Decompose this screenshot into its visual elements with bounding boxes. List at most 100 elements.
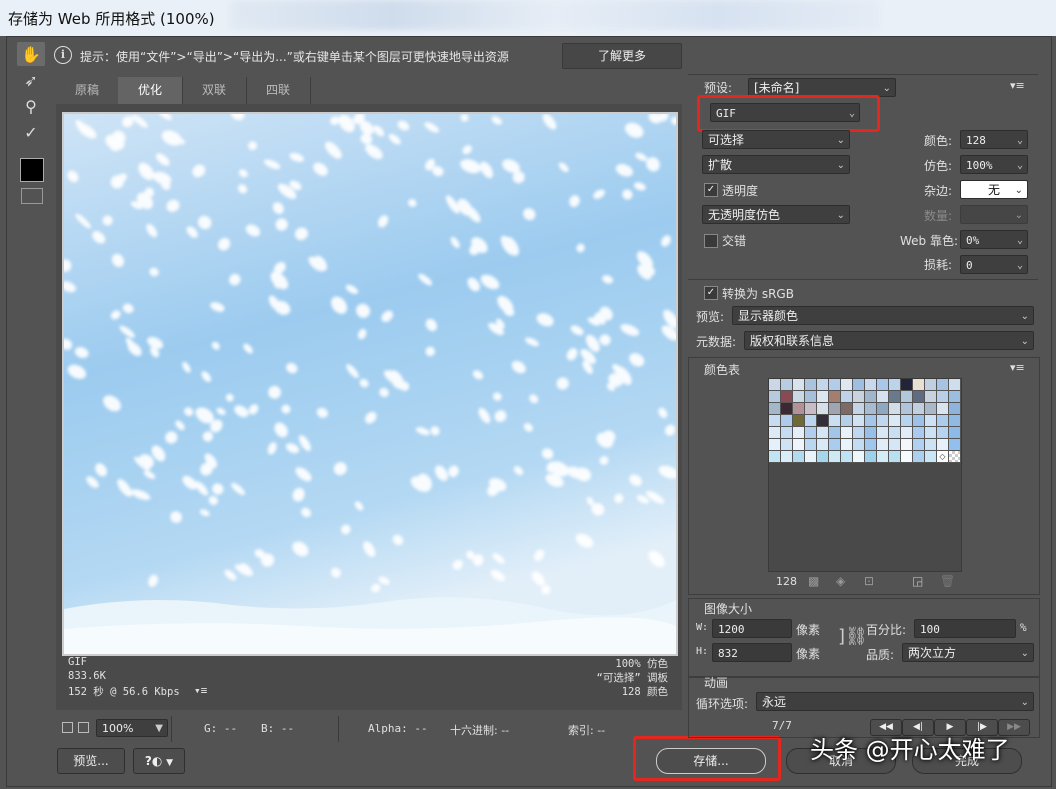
transparency-dither-select[interactable]: 无透明度仿色 ⌄ bbox=[702, 205, 850, 224]
color-swatch[interactable] bbox=[877, 427, 889, 439]
browser-select-button[interactable]: ?◐ ▼ bbox=[133, 748, 185, 774]
color-swatch[interactable] bbox=[853, 391, 865, 403]
color-swatch[interactable] bbox=[937, 427, 949, 439]
color-swatch[interactable] bbox=[769, 415, 781, 427]
color-swatch[interactable] bbox=[769, 391, 781, 403]
color-swatch[interactable] bbox=[781, 403, 793, 415]
tab-4up[interactable]: 四联 bbox=[246, 77, 311, 104]
web-shift-icon[interactable]: ▩ bbox=[808, 574, 819, 588]
color-swatch[interactable] bbox=[853, 403, 865, 415]
color-swatch[interactable] bbox=[949, 439, 961, 451]
color-table-grid[interactable]: ◇ bbox=[768, 378, 962, 572]
color-swatch[interactable] bbox=[889, 451, 901, 463]
color-swatch[interactable] bbox=[901, 451, 913, 463]
color-swatch[interactable] bbox=[853, 451, 865, 463]
color-swatch[interactable] bbox=[865, 439, 877, 451]
color-swatch[interactable] bbox=[829, 379, 841, 391]
color-swatch[interactable] bbox=[949, 451, 961, 463]
web-snap-select[interactable]: 0% ⌄ bbox=[960, 230, 1028, 249]
color-swatch[interactable] bbox=[937, 403, 949, 415]
color-swatch[interactable] bbox=[853, 379, 865, 391]
color-swatch[interactable] bbox=[937, 439, 949, 451]
eyedropper-tool-icon[interactable]: ✓ bbox=[17, 120, 45, 144]
color-swatch[interactable] bbox=[793, 391, 805, 403]
eyedropper-color-swatch[interactable] bbox=[20, 158, 44, 182]
color-swatch[interactable] bbox=[901, 379, 913, 391]
color-swatch[interactable] bbox=[925, 451, 937, 463]
slice-select-tool-icon[interactable]: ➶ bbox=[17, 68, 45, 92]
color-swatch[interactable] bbox=[865, 391, 877, 403]
color-swatch[interactable] bbox=[841, 391, 853, 403]
optimized-image-preview[interactable] bbox=[62, 112, 678, 656]
color-swatch[interactable] bbox=[937, 391, 949, 403]
quality-select[interactable]: 两次立方 ⌄ bbox=[902, 643, 1034, 662]
color-swatch[interactable] bbox=[865, 379, 877, 391]
color-swatch[interactable] bbox=[805, 379, 817, 391]
color-swatch[interactable] bbox=[841, 403, 853, 415]
amount-select[interactable]: ⌄ bbox=[960, 205, 1028, 224]
color-swatch[interactable] bbox=[829, 391, 841, 403]
color-swatch[interactable] bbox=[841, 439, 853, 451]
color-swatch[interactable] bbox=[889, 427, 901, 439]
toggle-slices-icon[interactable] bbox=[21, 188, 43, 204]
colors-select[interactable]: 128 ⌄ bbox=[960, 130, 1028, 149]
transparency-checkbox[interactable]: ✓ bbox=[704, 183, 718, 197]
color-swatch[interactable] bbox=[913, 439, 925, 451]
color-swatch[interactable] bbox=[913, 415, 925, 427]
color-swatch[interactable] bbox=[829, 415, 841, 427]
zoom-select[interactable]: 100% ▼ bbox=[96, 719, 168, 737]
color-swatch[interactable] bbox=[853, 415, 865, 427]
color-swatch[interactable] bbox=[937, 415, 949, 427]
preview-mode-select[interactable]: 显示器颜色 ⌄ bbox=[732, 306, 1034, 325]
color-swatch[interactable] bbox=[829, 427, 841, 439]
color-reduction-select[interactable]: 可选择 ⌄ bbox=[702, 130, 850, 149]
color-swatch[interactable] bbox=[769, 379, 781, 391]
tab-2up[interactable]: 双联 bbox=[182, 77, 247, 104]
width-input[interactable]: 1200 bbox=[712, 619, 792, 638]
matte-select[interactable]: 无 ⌄ bbox=[960, 180, 1028, 199]
color-swatch[interactable] bbox=[877, 415, 889, 427]
color-swatch[interactable] bbox=[805, 451, 817, 463]
color-swatch[interactable] bbox=[781, 391, 793, 403]
dither-amount-select[interactable]: 100% ⌄ bbox=[960, 155, 1028, 174]
color-swatch[interactable] bbox=[913, 403, 925, 415]
color-swatch[interactable] bbox=[853, 427, 865, 439]
color-swatch[interactable] bbox=[769, 403, 781, 415]
color-swatch[interactable] bbox=[949, 391, 961, 403]
color-swatch[interactable] bbox=[841, 451, 853, 463]
loop-select[interactable]: 永远 ⌄ bbox=[756, 692, 1034, 711]
color-swatch[interactable] bbox=[793, 403, 805, 415]
color-swatch[interactable] bbox=[877, 379, 889, 391]
color-swatch[interactable] bbox=[841, 379, 853, 391]
color-swatch[interactable]: ◇ bbox=[937, 451, 949, 463]
color-swatch[interactable] bbox=[793, 427, 805, 439]
color-swatch[interactable] bbox=[925, 379, 937, 391]
color-swatch[interactable] bbox=[829, 403, 841, 415]
tab-original[interactable]: 原稿 bbox=[56, 77, 119, 104]
color-swatch[interactable] bbox=[793, 415, 805, 427]
preview-in-browser-button[interactable]: 预览... bbox=[57, 748, 125, 774]
color-swatch[interactable] bbox=[877, 451, 889, 463]
color-swatch[interactable] bbox=[925, 415, 937, 427]
learn-more-button[interactable]: 了解更多 bbox=[562, 43, 682, 69]
color-swatch[interactable] bbox=[841, 427, 853, 439]
trash-icon[interactable]: 🗑 bbox=[940, 574, 955, 588]
color-swatch[interactable] bbox=[781, 427, 793, 439]
color-swatch[interactable] bbox=[877, 391, 889, 403]
color-swatch[interactable] bbox=[901, 391, 913, 403]
zoom-tool-icon[interactable]: ⚲ bbox=[17, 94, 45, 118]
color-swatch[interactable] bbox=[889, 439, 901, 451]
color-swatch[interactable] bbox=[817, 439, 829, 451]
percent-input[interactable]: 100 bbox=[914, 619, 1016, 638]
color-swatch[interactable] bbox=[913, 391, 925, 403]
zoom-in-icon[interactable] bbox=[78, 722, 89, 733]
color-swatch[interactable] bbox=[925, 391, 937, 403]
color-swatch[interactable] bbox=[889, 391, 901, 403]
color-swatch[interactable] bbox=[817, 415, 829, 427]
preview-menu-icon[interactable]: ▾≡ bbox=[194, 684, 207, 697]
optimize-menu-icon[interactable]: ▾≡ bbox=[1010, 79, 1025, 92]
color-swatch[interactable] bbox=[889, 415, 901, 427]
color-swatch[interactable] bbox=[769, 439, 781, 451]
hand-tool-icon[interactable]: ✋ bbox=[17, 42, 45, 66]
color-swatch[interactable] bbox=[805, 415, 817, 427]
